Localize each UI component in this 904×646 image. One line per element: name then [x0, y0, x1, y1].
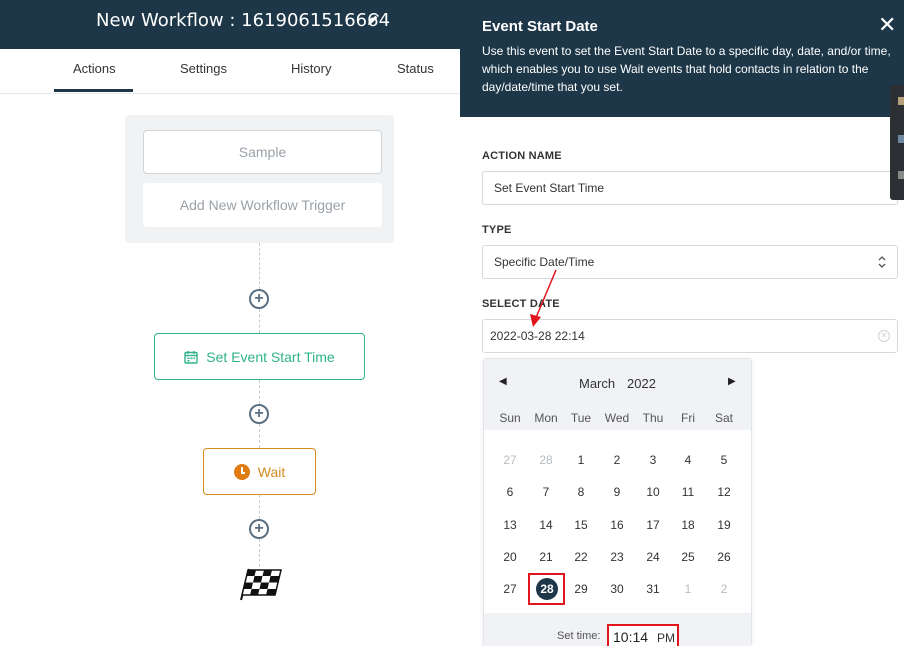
close-icon[interactable]: ✕ [878, 14, 896, 36]
calendar-day[interactable]: 22 [563, 550, 599, 564]
add-step-plus-icon[interactable]: + [249, 519, 269, 539]
tab-settings[interactable]: Settings [180, 61, 227, 76]
panel-title: Event Start Date [482, 18, 598, 35]
weekday-label: Fri [681, 411, 695, 425]
calendar-day[interactable]: 5 [706, 453, 742, 467]
connector-line [259, 380, 260, 404]
calendar-day[interactable]: 11 [670, 485, 706, 499]
selected-day-highlight[interactable]: 28 [528, 573, 565, 605]
calendar-day[interactable]: 28 [528, 453, 564, 467]
calendar-day[interactable]: 16 [599, 518, 635, 532]
connector-line [259, 243, 260, 289]
type-label: TYPE [482, 224, 512, 236]
calendar-day[interactable]: 13 [492, 518, 528, 532]
calendar-day[interactable]: 15 [563, 518, 599, 532]
calendar-day[interactable]: 17 [635, 518, 671, 532]
tab-history[interactable]: History [291, 61, 331, 76]
type-selected-value: Specific Date/Time [494, 255, 595, 269]
add-step-plus-icon[interactable]: + [249, 289, 269, 309]
tab-status[interactable]: Status [397, 61, 434, 76]
node-wait[interactable]: Wait [203, 448, 316, 495]
calendar-day[interactable]: 1 [670, 582, 706, 596]
side-toolbar-strip [890, 85, 904, 200]
calendar-day[interactable]: 20 [492, 550, 528, 564]
node-label: Set Event Start Time [206, 348, 335, 365]
calendar-day[interactable]: 8 [563, 485, 599, 499]
calendar-day[interactable]: 10 [635, 485, 671, 499]
action-name-field[interactable] [482, 171, 898, 205]
workflow-header: New Workflow : 1619061516664 [0, 0, 460, 49]
trigger-container: Sample Add New Workflow Trigger [125, 115, 394, 243]
calendar-day[interactable]: 9 [599, 485, 635, 499]
calendar-day[interactable]: 2 [706, 582, 742, 596]
calendar-day[interactable]: 6 [492, 485, 528, 499]
calendar-day[interactable]: 4 [670, 453, 706, 467]
weekday-label: Mon [534, 411, 558, 425]
select-date-value: 2022-03-28 22:14 [490, 329, 585, 343]
calendar-day[interactable]: 27 [492, 582, 528, 596]
weekday-label: Tue [570, 411, 592, 425]
calendar-day[interactable]: 27 [492, 453, 528, 467]
add-trigger-button[interactable]: Add New Workflow Trigger [143, 183, 382, 227]
calendar-day[interactable]: 26 [706, 550, 742, 564]
weekday-label: Sun [499, 411, 521, 425]
time-input[interactable]: 10:14 PM [607, 624, 679, 646]
select-arrows-icon [878, 256, 886, 268]
calendar-header: ◀ March 2022 ▶ Sun Mon Tue Wed Thu Fri S… [484, 359, 751, 430]
prev-month-icon[interactable]: ◀ [499, 376, 507, 387]
action-name-input[interactable] [494, 181, 854, 195]
add-step-plus-icon[interactable]: + [249, 404, 269, 424]
trigger-sample[interactable]: Sample [143, 130, 382, 174]
calendar-day[interactable]: 24 [635, 550, 671, 564]
clock-icon [233, 463, 250, 480]
calendar-day[interactable]: 12 [706, 485, 742, 499]
calendar-day[interactable]: 25 [670, 550, 706, 564]
tab-actions[interactable]: Actions [73, 61, 116, 76]
weekday-label: Thu [642, 411, 664, 425]
node-label: Wait [257, 463, 286, 480]
calendar-day[interactable]: 14 [528, 518, 564, 532]
calendar-day[interactable]: 30 [599, 582, 635, 596]
weekday-label: Wed [604, 411, 630, 425]
connector-line [259, 424, 260, 448]
calendar-day[interactable]: 23 [599, 550, 635, 564]
date-picker-calendar: ◀ March 2022 ▶ Sun Mon Tue Wed Thu Fri S… [483, 358, 752, 646]
side-toolbar-item[interactable] [898, 97, 904, 105]
connector-line [259, 309, 260, 333]
workflow-title[interactable]: New Workflow : 1619061516664 [96, 10, 390, 31]
calendar-month[interactable]: March [579, 376, 615, 391]
side-toolbar-item[interactable] [898, 135, 904, 143]
finish-flag-icon [240, 568, 282, 601]
next-month-icon[interactable]: ▶ [728, 376, 736, 387]
workflow-tabs: Actions Settings History Status [0, 49, 460, 94]
connector-line [259, 495, 260, 519]
calendar-year[interactable]: 2022 [627, 376, 656, 391]
annotation-arrow-icon [530, 269, 557, 327]
panel-header: Event Start Date Use this event to set t… [460, 0, 904, 117]
time-value[interactable]: 10:14 [613, 629, 648, 645]
node-set-event-start-time[interactable]: Set Event Start Time [154, 333, 365, 380]
weekday-label: Sat [714, 411, 733, 425]
action-name-label: ACTION NAME [482, 150, 562, 162]
calendar-day[interactable]: 3 [635, 453, 671, 467]
calendar-day[interactable]: 29 [563, 582, 599, 596]
calendar-day[interactable]: 1 [563, 453, 599, 467]
active-tab-underline [54, 89, 133, 92]
calendar-day[interactable]: 21 [528, 550, 564, 564]
time-ampm[interactable]: PM [657, 631, 675, 645]
calendar-day[interactable]: 7 [528, 485, 564, 499]
selected-day[interactable]: 28 [536, 578, 558, 600]
panel-description: Use this event to set the Event Start Da… [482, 44, 891, 94]
calendar-day[interactable]: 18 [670, 518, 706, 532]
side-toolbar-item[interactable] [898, 171, 904, 179]
calendar-footer: Set time: 10:14 PM [484, 613, 751, 646]
edit-pencil-icon[interactable] [366, 13, 380, 27]
connector-line [259, 539, 260, 567]
calendar-day[interactable]: 31 [635, 582, 671, 596]
clear-date-icon[interactable]: ✕ [878, 330, 890, 342]
calendar-day[interactable]: 2 [599, 453, 635, 467]
calendar-icon [184, 350, 198, 364]
set-time-label: Set time: [557, 630, 601, 642]
calendar-day[interactable]: 19 [706, 518, 742, 532]
